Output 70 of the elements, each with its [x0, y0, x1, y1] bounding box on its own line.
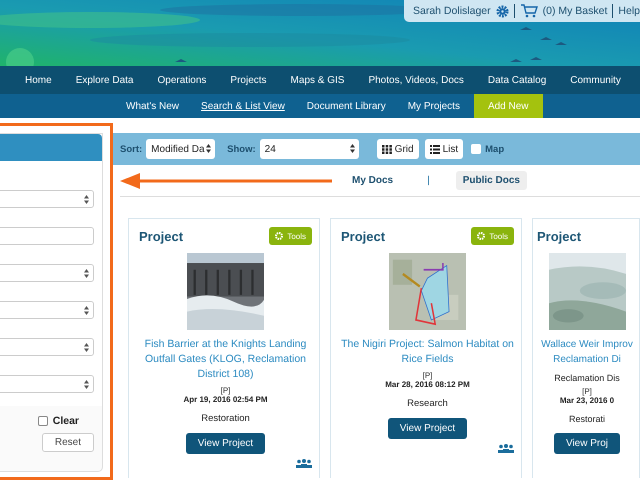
card-type: Project [537, 228, 582, 244]
sort-dropdown[interactable]: Modified Da [146, 139, 216, 159]
view-project-button[interactable]: View Project [186, 433, 266, 454]
input-field[interactable] [0, 227, 94, 245]
select-arrows-icon [84, 269, 89, 278]
subnav-item[interactable]: What's New [126, 94, 180, 118]
show-label: Show: [227, 144, 256, 154]
select-arrows-icon [350, 144, 355, 153]
nav-item[interactable]: Community [570, 74, 621, 86]
show-dropdown[interactable]: 24 [260, 139, 359, 159]
settings-icon[interactable] [496, 4, 509, 18]
visibility-code: [P] [422, 371, 432, 380]
nav-item[interactable]: Home [25, 74, 52, 86]
user-name[interactable]: Sarah Dolislager [413, 5, 491, 17]
card-type: Project [341, 228, 386, 244]
date-text: Mar 28, 2016 08:12 PM [385, 380, 470, 389]
list-icon [430, 144, 440, 154]
checkbox[interactable] [38, 416, 48, 426]
view-project-button[interactable]: View Proj [554, 433, 620, 454]
tab-separator: | [427, 175, 430, 186]
visibility-code: [P] [582, 387, 592, 396]
dropdown-field[interactable] [0, 338, 94, 356]
basket-link[interactable]: (0) My Basket [542, 5, 608, 17]
visibility-code: [P] [220, 386, 230, 395]
project-title-link[interactable]: Wallace Weir Improv Reclamation Di [537, 337, 637, 367]
select-arrows-icon [84, 195, 89, 204]
arrow-icon [120, 172, 332, 188]
gear-icon [477, 232, 486, 240]
nav-item[interactable]: Explore Data [76, 74, 134, 86]
select-arrows-icon [84, 380, 89, 389]
nav-item[interactable]: Operations [158, 74, 206, 86]
dropdown-field[interactable] [0, 301, 94, 319]
select-arrows-icon [84, 343, 89, 352]
subnav-item[interactable]: Search & List View [201, 94, 285, 118]
date-text: Apr 19, 2016 02:54 PM [183, 395, 268, 404]
sort-label: Sort: [120, 144, 142, 154]
nav-item[interactable]: Projects [230, 74, 267, 86]
help-link[interactable]: Help [618, 5, 640, 17]
doc-tab[interactable]: My Docs [345, 171, 400, 190]
group-icon [296, 459, 312, 468]
grid-button[interactable]: Grid [376, 139, 419, 159]
subnav-item[interactable]: My Projects [408, 94, 460, 118]
dropdown-field[interactable] [0, 264, 94, 282]
project-title-link[interactable]: Fish Barrier at the Knights Landing Outfall Gates (KLOG, Reclamation District 108) [139, 337, 312, 382]
grid-icon [382, 144, 392, 154]
category-text: Research [407, 398, 448, 409]
select-arrows-icon [84, 306, 89, 315]
gear-icon [275, 232, 284, 240]
category-text: Restorati [568, 414, 605, 424]
map-label: Map [485, 144, 504, 154]
view-project-button[interactable]: View Project [388, 418, 468, 439]
doc-tab[interactable]: Public Docs [456, 171, 527, 190]
group-icon [498, 444, 514, 453]
project-title-link[interactable]: The Nigiri Project: Salmon Habitat on Rice Fields [341, 337, 514, 367]
organization-text: Reclamation Dis [554, 373, 620, 383]
subnav-item[interactable]: Document Library [306, 94, 386, 118]
select-arrows-icon [206, 144, 212, 153]
reset-button[interactable]: Reset [42, 433, 94, 452]
cart-icon[interactable] [520, 4, 538, 18]
nav-item[interactable]: Maps & GIS [290, 74, 344, 86]
clear-label: Clear [52, 415, 79, 427]
dropdown-field[interactable] [0, 375, 94, 393]
date-text: Mar 23, 2016 0 [560, 396, 614, 405]
card-type: Project [139, 228, 184, 244]
map-checkbox[interactable] [471, 144, 482, 154]
list-button[interactable]: List [424, 139, 464, 159]
nav-item[interactable]: Data Catalog [488, 74, 546, 86]
nav-item[interactable]: Photos, Videos, Docs [368, 74, 464, 86]
dropdown-field[interactable] [0, 190, 94, 208]
category-text: Restoration [201, 413, 250, 424]
